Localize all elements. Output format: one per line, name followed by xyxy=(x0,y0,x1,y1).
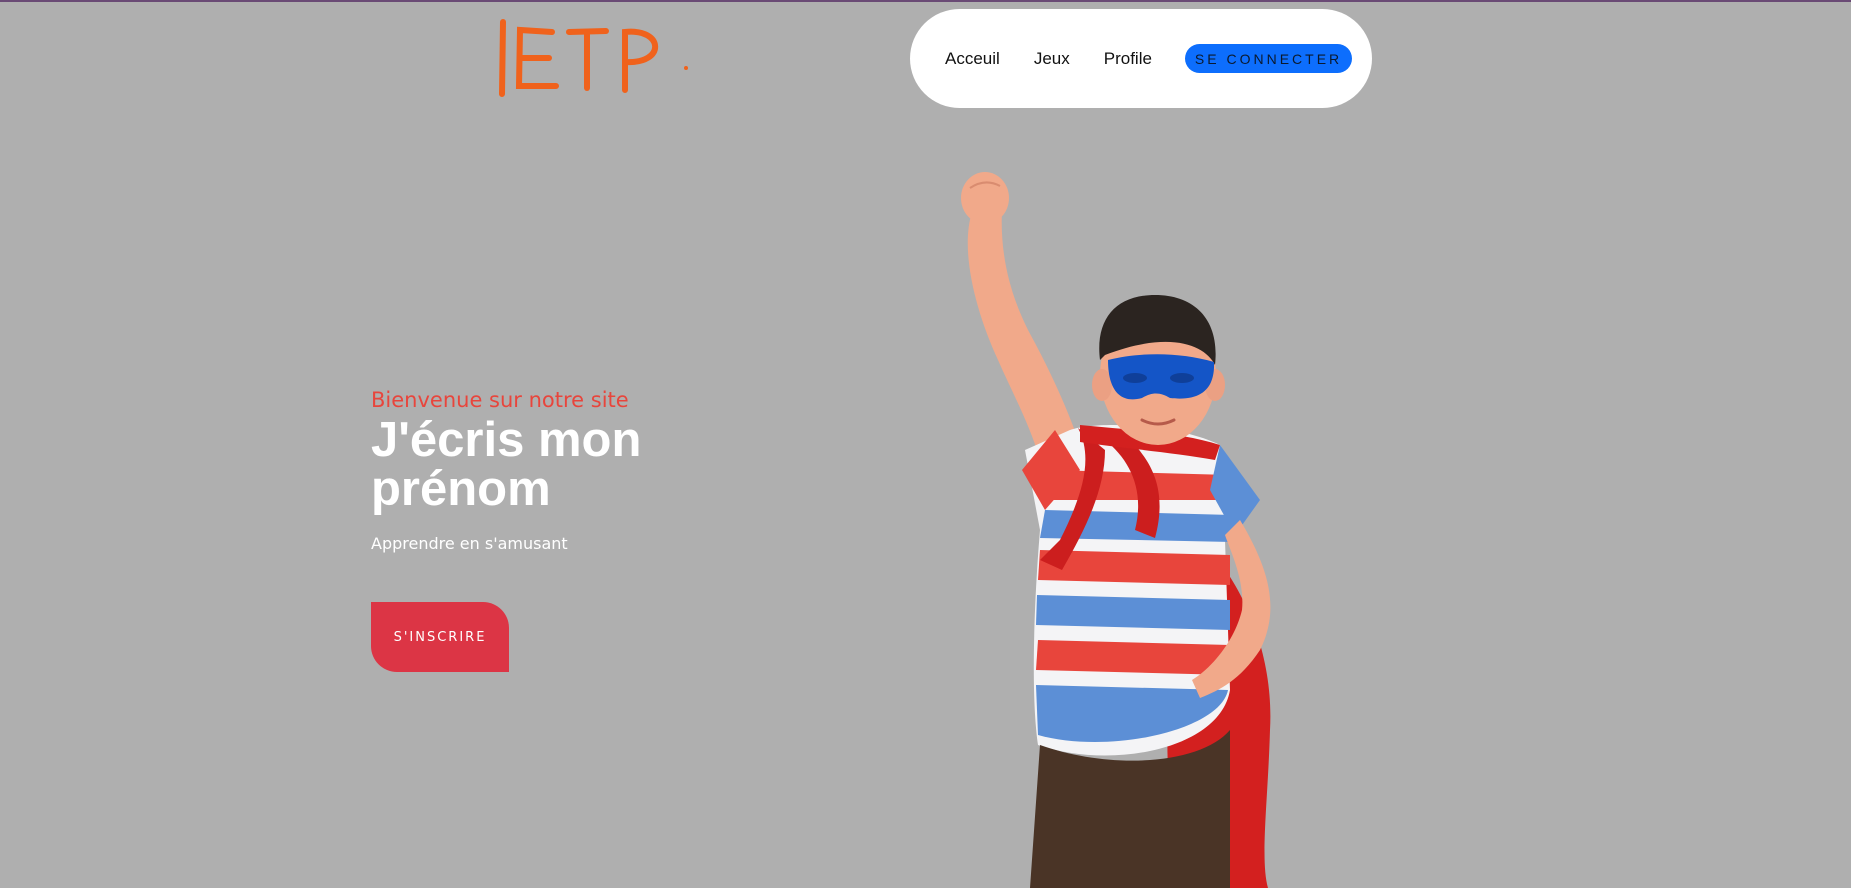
site-logo[interactable] xyxy=(494,16,694,102)
nav-link-jeux[interactable]: Jeux xyxy=(1034,49,1070,69)
top-border xyxy=(0,0,1851,2)
login-button[interactable]: SE CONNECTER xyxy=(1184,44,1353,73)
hero-title: J'écris mon prénom xyxy=(371,413,642,516)
signup-button[interactable]: S'INSCRIRE xyxy=(371,602,509,672)
nav-link-profile[interactable]: Profile xyxy=(1104,49,1152,69)
hero-superhero-kid-image xyxy=(930,170,1350,888)
hero-text: Bienvenue sur notre site J'écris mon pré… xyxy=(371,388,891,553)
main-navigation: Acceuil Jeux Profile SE CONNECTER xyxy=(910,9,1372,108)
nav-link-acceuil[interactable]: Acceuil xyxy=(945,49,1000,69)
hero-subtitle: Bienvenue sur notre site xyxy=(371,388,629,412)
hero-tagline: Apprendre en s'amusant xyxy=(371,534,568,553)
